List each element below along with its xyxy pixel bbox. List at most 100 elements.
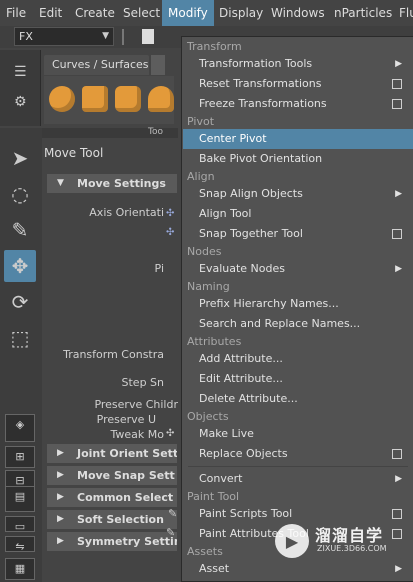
menu-item-label: Convert bbox=[199, 472, 243, 485]
axis-icon: ✣ bbox=[166, 208, 175, 219]
menuset-dropdown[interactable]: FX ▼ bbox=[14, 27, 114, 46]
menu-item-label: Snap Align Objects bbox=[199, 187, 303, 200]
tool-settings-header: Too bbox=[42, 127, 178, 138]
submenu-arrow-icon: ▶ bbox=[395, 59, 402, 69]
nurbs-sphere-icon[interactable] bbox=[49, 86, 75, 112]
paint-select-tool-icon[interactable]: ✎ bbox=[4, 214, 36, 246]
tool-settings-header-label: Too bbox=[148, 127, 163, 137]
menu-select[interactable]: Select bbox=[117, 0, 166, 26]
scale-tool-icon[interactable]: ⬚ bbox=[4, 322, 36, 354]
menu-item-label: Center Pivot bbox=[199, 132, 267, 145]
chevron-down-icon: ▼ bbox=[102, 31, 109, 41]
menu-fluids[interactable]: Flu bbox=[393, 0, 413, 26]
menu-item-search-replace-names[interactable]: Search and Replace Names... bbox=[183, 314, 413, 334]
menu-item-align-tool[interactable]: Align Tool bbox=[183, 204, 413, 224]
menu-windows[interactable]: Windows bbox=[265, 0, 331, 26]
section-joint-orient-settings[interactable]: ▶ Joint Orient Sett bbox=[47, 444, 177, 463]
script-layout-icon[interactable]: ▦ bbox=[5, 558, 35, 580]
new-scene-icon[interactable] bbox=[142, 29, 154, 44]
section-label: Common Select bbox=[77, 491, 174, 504]
tweak-icon: ✣ bbox=[166, 428, 175, 439]
menu-item-label: Delete Attribute... bbox=[199, 392, 298, 405]
menu-item-paint-scripts-tool[interactable]: Paint Scripts Tool bbox=[183, 504, 413, 524]
menu-modify[interactable]: Modify bbox=[162, 0, 214, 26]
preserve-uvs-label: Preserve U bbox=[96, 413, 156, 426]
toolbox: ➤ ◌ ✎ ✥ ⟳ ⬚ ◈ ⊞ ⊟ ▤ ▭ ⇋ ▦ bbox=[0, 128, 42, 582]
pivot-label: Pi bbox=[154, 262, 164, 275]
tweak-mode-label: Tweak Mo bbox=[110, 428, 165, 441]
menu-item-label: Freeze Transformations bbox=[199, 97, 327, 110]
section-move-snap-settings[interactable]: ▶ Move Snap Sett bbox=[47, 466, 177, 485]
menu-item-label: Edit Attribute... bbox=[199, 372, 283, 385]
option-box-icon[interactable] bbox=[392, 509, 402, 519]
lasso-tool-icon[interactable]: ◌ bbox=[4, 178, 36, 210]
collapsed-arrow-icon: ▶ bbox=[57, 514, 64, 524]
menu-item-bake-pivot-orientation[interactable]: Bake Pivot Orientation bbox=[183, 149, 413, 169]
graph-layout-icon[interactable]: ▭ bbox=[5, 516, 35, 533]
option-box-icon[interactable] bbox=[392, 79, 402, 89]
nurbs-cube-icon[interactable] bbox=[82, 86, 108, 112]
submenu-arrow-icon: ▶ bbox=[395, 189, 402, 199]
section-label: Soft Selection bbox=[77, 513, 164, 526]
menu-edit[interactable]: Edit bbox=[33, 0, 68, 26]
menu-item-snap-together-tool[interactable]: Snap Together Tool bbox=[183, 224, 413, 244]
section-common-selection[interactable]: ▶ Common Select bbox=[47, 488, 177, 507]
collapsed-arrow-icon: ▶ bbox=[57, 448, 64, 458]
rotate-tool-icon[interactable]: ⟳ bbox=[4, 286, 36, 318]
menu-item-label: Align Tool bbox=[199, 207, 252, 220]
menu-bar: File Edit Create Select Modify Display W… bbox=[0, 0, 413, 26]
step-snap-label: Step Sn bbox=[121, 376, 165, 389]
nurbs-cone-icon[interactable] bbox=[148, 86, 174, 112]
menu-item-evaluate-nodes[interactable]: Evaluate Nodes ▶ bbox=[183, 259, 413, 279]
menu-nparticles[interactable]: nParticles bbox=[328, 0, 398, 26]
menu-item-add-attribute[interactable]: Add Attribute... bbox=[183, 349, 413, 369]
menu-item-label: Asset bbox=[199, 562, 230, 575]
menu-item-label: Replace Objects bbox=[199, 447, 288, 460]
preserve-children-label: Preserve Childr bbox=[94, 398, 178, 411]
section-move-settings[interactable]: ▼ Move Settings bbox=[47, 174, 177, 193]
menu-item-snap-align-objects[interactable]: Snap Align Objects ▶ bbox=[183, 184, 413, 204]
section-paint-tool: Paint Tool bbox=[187, 490, 240, 503]
single-view-layout-icon[interactable]: ◈ bbox=[5, 414, 35, 442]
collapsed-arrow-icon: ▶ bbox=[57, 470, 64, 480]
menu-item-reset-transformations[interactable]: Reset Transformations bbox=[183, 74, 413, 94]
menu-display[interactable]: Display bbox=[213, 0, 269, 26]
option-box-icon[interactable] bbox=[392, 449, 402, 459]
gear-icon[interactable]: ⚙ bbox=[14, 94, 27, 110]
menu-item-label: Reset Transformations bbox=[199, 77, 322, 90]
section-symmetry-settings[interactable]: ▶ Symmetry Settin bbox=[47, 532, 177, 551]
select-tool-icon[interactable]: ➤ bbox=[4, 142, 36, 174]
axis-orientation-label: Axis Orientati bbox=[89, 206, 164, 219]
menu-item-freeze-transformations[interactable]: Freeze Transformations bbox=[183, 94, 413, 114]
section-objects: Objects bbox=[187, 410, 229, 423]
menu-item-prefix-hierarchy-names[interactable]: Prefix Hierarchy Names... bbox=[183, 294, 413, 314]
shelf-tab-curves-surfaces[interactable]: Curves / Surfaces bbox=[44, 55, 149, 75]
option-box-icon[interactable] bbox=[392, 99, 402, 109]
menu-item-make-live[interactable]: Make Live bbox=[183, 424, 413, 444]
option-box-icon[interactable] bbox=[392, 229, 402, 239]
shelf-tab-next[interactable] bbox=[151, 55, 165, 75]
section-align: Align bbox=[187, 170, 215, 183]
shelf-menu-icon[interactable]: ☰ bbox=[14, 64, 27, 80]
menu-item-edit-attribute[interactable]: Edit Attribute... bbox=[183, 369, 413, 389]
modify-menu: Transform Transformation Tools ▶ Reset Tr… bbox=[181, 36, 413, 582]
menu-item-label: Snap Together Tool bbox=[199, 227, 303, 240]
menu-item-center-pivot[interactable]: Center Pivot bbox=[183, 129, 413, 149]
four-view-layout-icon[interactable]: ⊞ bbox=[5, 446, 35, 468]
menu-item-convert[interactable]: Convert ▶ bbox=[183, 469, 413, 489]
menu-item-replace-objects[interactable]: Replace Objects bbox=[183, 444, 413, 464]
menu-item-transformation-tools[interactable]: Transformation Tools ▶ bbox=[183, 54, 413, 74]
menu-create[interactable]: Create bbox=[69, 0, 121, 26]
hypershade-layout-icon[interactable]: ⇋ bbox=[5, 536, 35, 553]
nurbs-cylinder-icon[interactable] bbox=[115, 86, 141, 112]
menu-file[interactable]: File bbox=[0, 0, 32, 26]
move-tool-icon[interactable]: ✥ bbox=[4, 250, 36, 282]
tool-title: Move Tool bbox=[44, 146, 104, 160]
menu-item-asset[interactable]: Asset ▶ bbox=[183, 559, 413, 579]
menu-item-delete-attribute[interactable]: Delete Attribute... bbox=[183, 389, 413, 409]
section-label: Symmetry Settin bbox=[77, 535, 177, 548]
menu-item-label: Bake Pivot Orientation bbox=[199, 152, 323, 165]
section-soft-selection[interactable]: ▶ Soft Selection bbox=[47, 510, 177, 529]
expanded-arrow-icon: ▼ bbox=[57, 178, 64, 188]
outliner-layout-icon[interactable]: ▤ bbox=[5, 486, 35, 512]
